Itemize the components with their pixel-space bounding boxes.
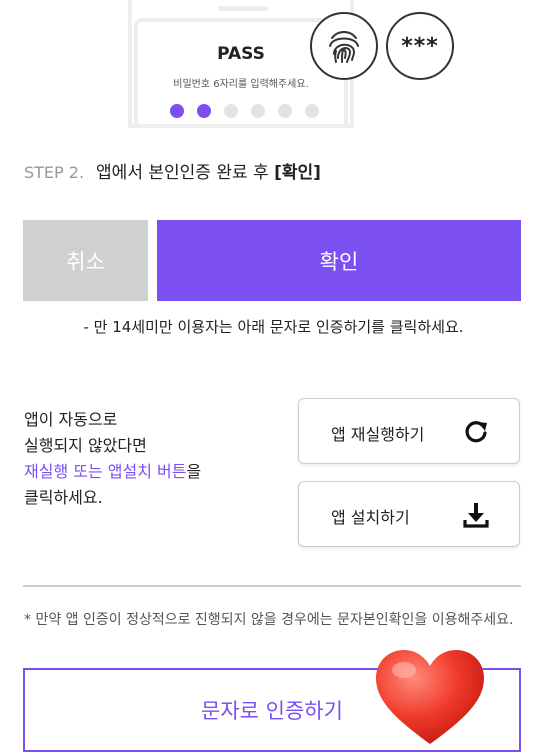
pin-dot-empty [278, 104, 292, 118]
phone-speaker [218, 6, 268, 11]
confirm-button[interactable]: 확인 [157, 220, 521, 301]
pin-dot-filled [197, 104, 211, 118]
step-bold: [확인] [274, 163, 321, 183]
app-guide-text: 앱이 자동으로 실행되지 않았다면 재실행 또는 앱설치 버튼을 클릭하세요. [24, 407, 201, 511]
step-text: 앱에서 본인인증 완료 후 [96, 163, 275, 183]
pin-dot-empty [251, 104, 265, 118]
rerun-app-button[interactable]: 앱 재실행하기 [298, 398, 520, 464]
age-notice: - 만 14세미만 이용자는 아래 문자로 인증하기를 클릭하세요. [83, 318, 464, 336]
guide-highlight: 재실행 또는 앱설치 버튼 [24, 462, 187, 481]
refresh-icon [465, 421, 487, 443]
heart-icon [376, 650, 484, 744]
pin-dot-empty [224, 104, 238, 118]
divider [23, 585, 521, 587]
guide-line-4: 클릭하세요. [24, 488, 103, 507]
fingerprint-icon [310, 12, 378, 80]
guide-line-3-rest: 을 [186, 462, 202, 481]
install-app-label: 앱 설치하기 [331, 508, 410, 527]
cancel-button[interactable]: 취소 [23, 220, 148, 301]
guide-line-1: 앱이 자동으로 [24, 410, 118, 429]
download-icon [463, 503, 489, 528]
footer-note: * 만약 앱 인증이 정상적으로 진행되지 않을 경우에는 문자본인확인을 이용… [24, 612, 514, 628]
rerun-app-label: 앱 재실행하기 [331, 425, 425, 444]
pin-dots [170, 104, 319, 118]
step-instruction: STEP 2. 앱에서 본인인증 완료 후 [확인] [24, 158, 321, 183]
step-label: STEP 2. [24, 163, 85, 182]
pin-dot-filled [170, 104, 184, 118]
guide-line-2: 실행되지 않았다면 [24, 436, 147, 455]
guide-line-3: 재실행 또는 앱설치 버튼을 [24, 459, 201, 485]
pin-dot-empty [305, 104, 319, 118]
masked-password-icon: *** [386, 12, 454, 80]
install-app-button[interactable]: 앱 설치하기 [298, 481, 520, 547]
